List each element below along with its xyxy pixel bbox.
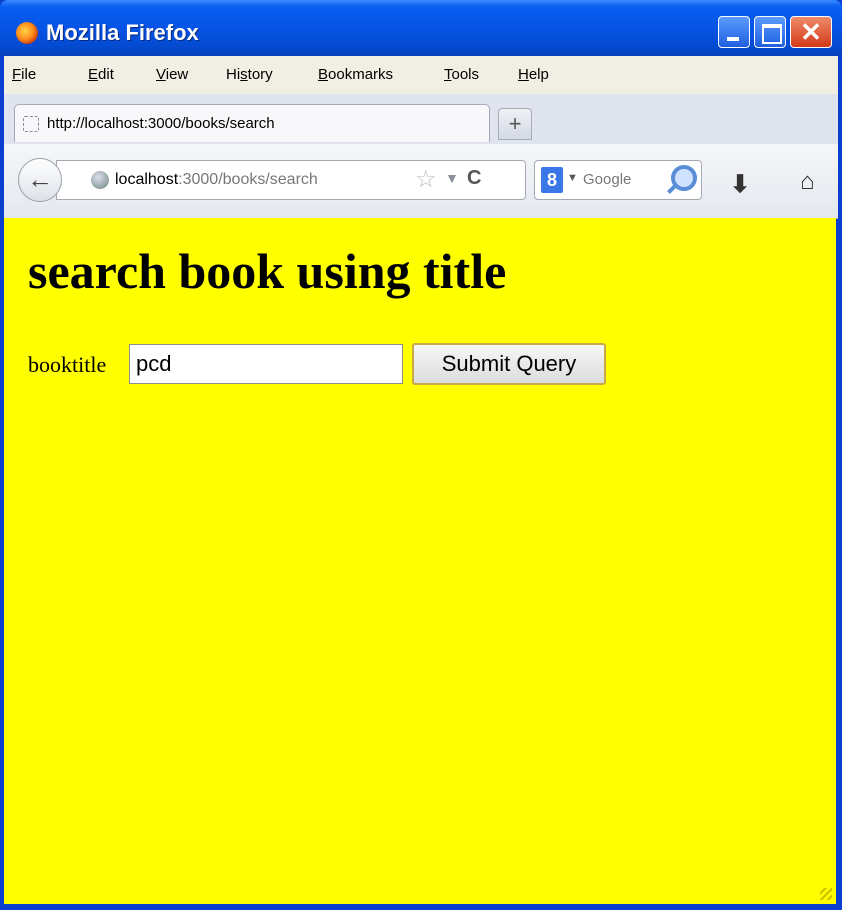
booktitle-input[interactable] [129,344,403,384]
back-button[interactable]: ← [18,158,62,202]
tab-strip: http://localhost:3000/books/search + [4,94,838,144]
navigation-bar: localhost:3000/books/search ☆ ▼ C ← 8 ▼ … [4,144,838,219]
title-bar[interactable]: Mozilla Firefox ✕ [0,0,842,56]
home-icon[interactable]: ⌂ [800,168,815,196]
menu-help[interactable]: Help [518,66,549,83]
menu-edit[interactable]: Edit [88,66,114,83]
page-favicon-icon [23,116,39,132]
tab-active[interactable]: http://localhost:3000/books/search [14,104,490,142]
tab-title: http://localhost:3000/books/search [47,115,275,132]
menu-bar: File Edit View History Bookmarks Tools H… [4,56,838,94]
history-dropdown-icon[interactable]: ▼ [445,170,459,186]
new-tab-button[interactable]: + [498,108,532,140]
close-button[interactable]: ✕ [790,16,832,48]
window-title: Mozilla Firefox [46,20,199,45]
close-icon: ✕ [800,17,822,47]
firefox-logo-icon [16,22,38,44]
menu-view[interactable]: View [156,66,188,83]
url-path: :3000/books/search [178,171,318,188]
address-bar[interactable]: localhost:3000/books/search ☆ ▼ C [56,160,526,200]
menu-history[interactable]: History [226,66,273,83]
url-host: localhost [115,171,179,188]
submit-query-button[interactable]: Submit Query [412,343,606,385]
browser-chrome: File Edit View History Bookmarks Tools H… [4,56,838,219]
browser-window: Mozilla Firefox ✕ File Edit View History… [0,0,842,910]
resize-grip-icon[interactable] [820,888,832,900]
menu-bookmarks[interactable]: Bookmarks [318,66,393,83]
maximize-icon [762,24,782,44]
booktitle-label: booktitle [28,352,107,377]
search-icon-handle [667,184,677,194]
search-bar[interactable]: 8 ▼ Google [534,160,702,200]
download-icon[interactable]: ⬇ [730,170,750,199]
search-placeholder: Google [583,171,632,188]
minimize-button[interactable] [718,16,750,48]
minimize-icon [727,37,739,41]
url-text: localhost:3000/books/search [115,171,318,189]
globe-icon [91,171,109,189]
reload-icon[interactable]: C [467,167,481,190]
google-engine-icon[interactable]: 8 [541,167,563,193]
page-title: search book using title [28,243,507,299]
page-content: search book using title booktitle Submit… [4,218,836,904]
maximize-button[interactable] [754,16,786,48]
engine-dropdown-icon[interactable]: ▼ [567,172,578,184]
bookmark-star-icon[interactable]: ☆ [415,165,437,194]
menu-tools[interactable]: Tools [444,66,479,83]
menu-file[interactable]: File [12,66,36,83]
